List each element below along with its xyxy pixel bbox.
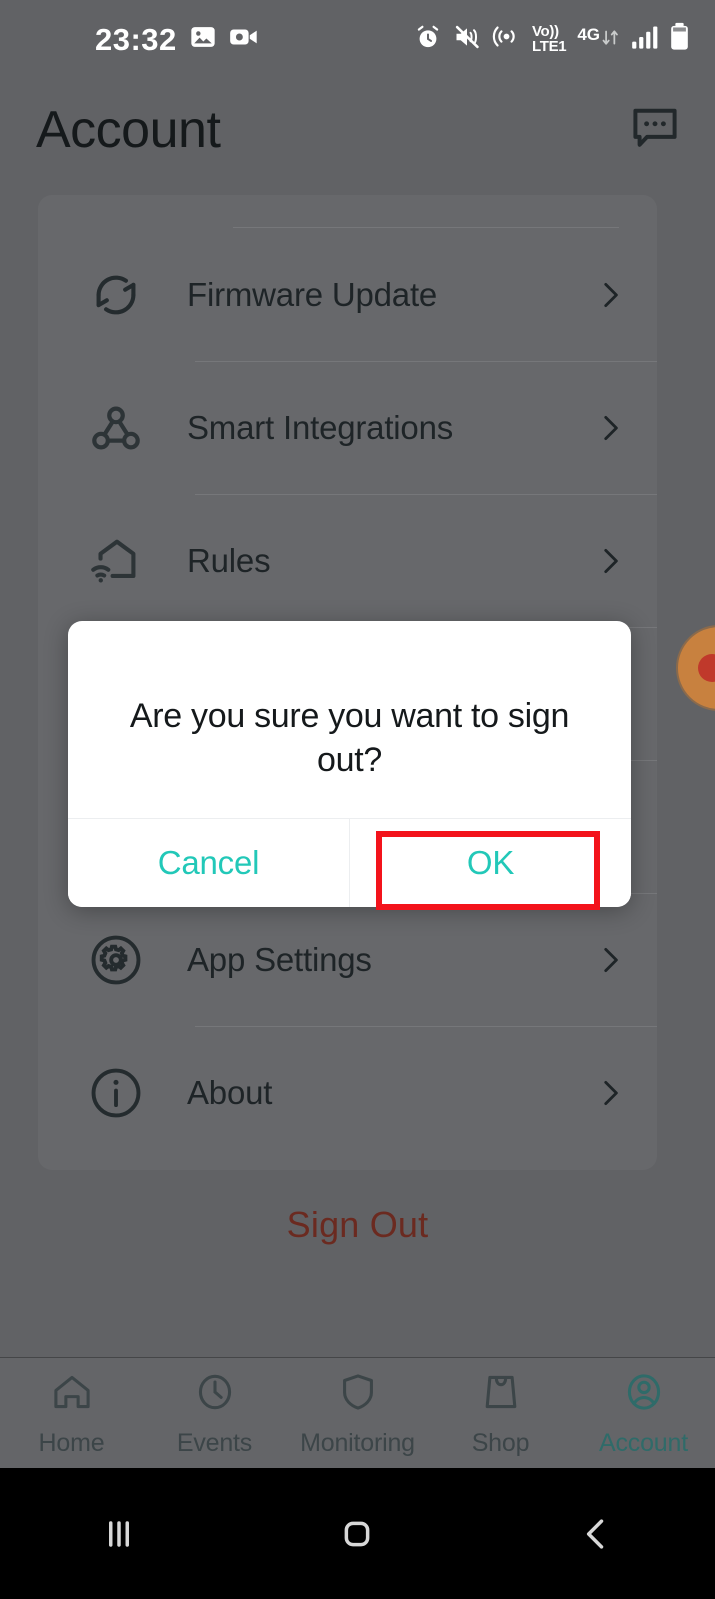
dialog-message: Are you sure you want to sign out? [129,697,570,779]
ok-button[interactable]: OK [350,819,631,907]
recents-bars-icon[interactable] [0,1512,238,1556]
back-chevron-icon[interactable] [477,1512,715,1556]
dialog-actions: Cancel OK [68,818,631,907]
sign-out-confirmation-dialog: Are you sure you want to sign out? Cance… [68,621,631,907]
android-system-nav [0,1468,715,1599]
cancel-button[interactable]: Cancel [68,819,349,907]
home-square-icon[interactable] [238,1512,476,1556]
phone-screen: 23:32 Vo)) LTE1 4G Account Firmware Upda… [0,0,715,1599]
